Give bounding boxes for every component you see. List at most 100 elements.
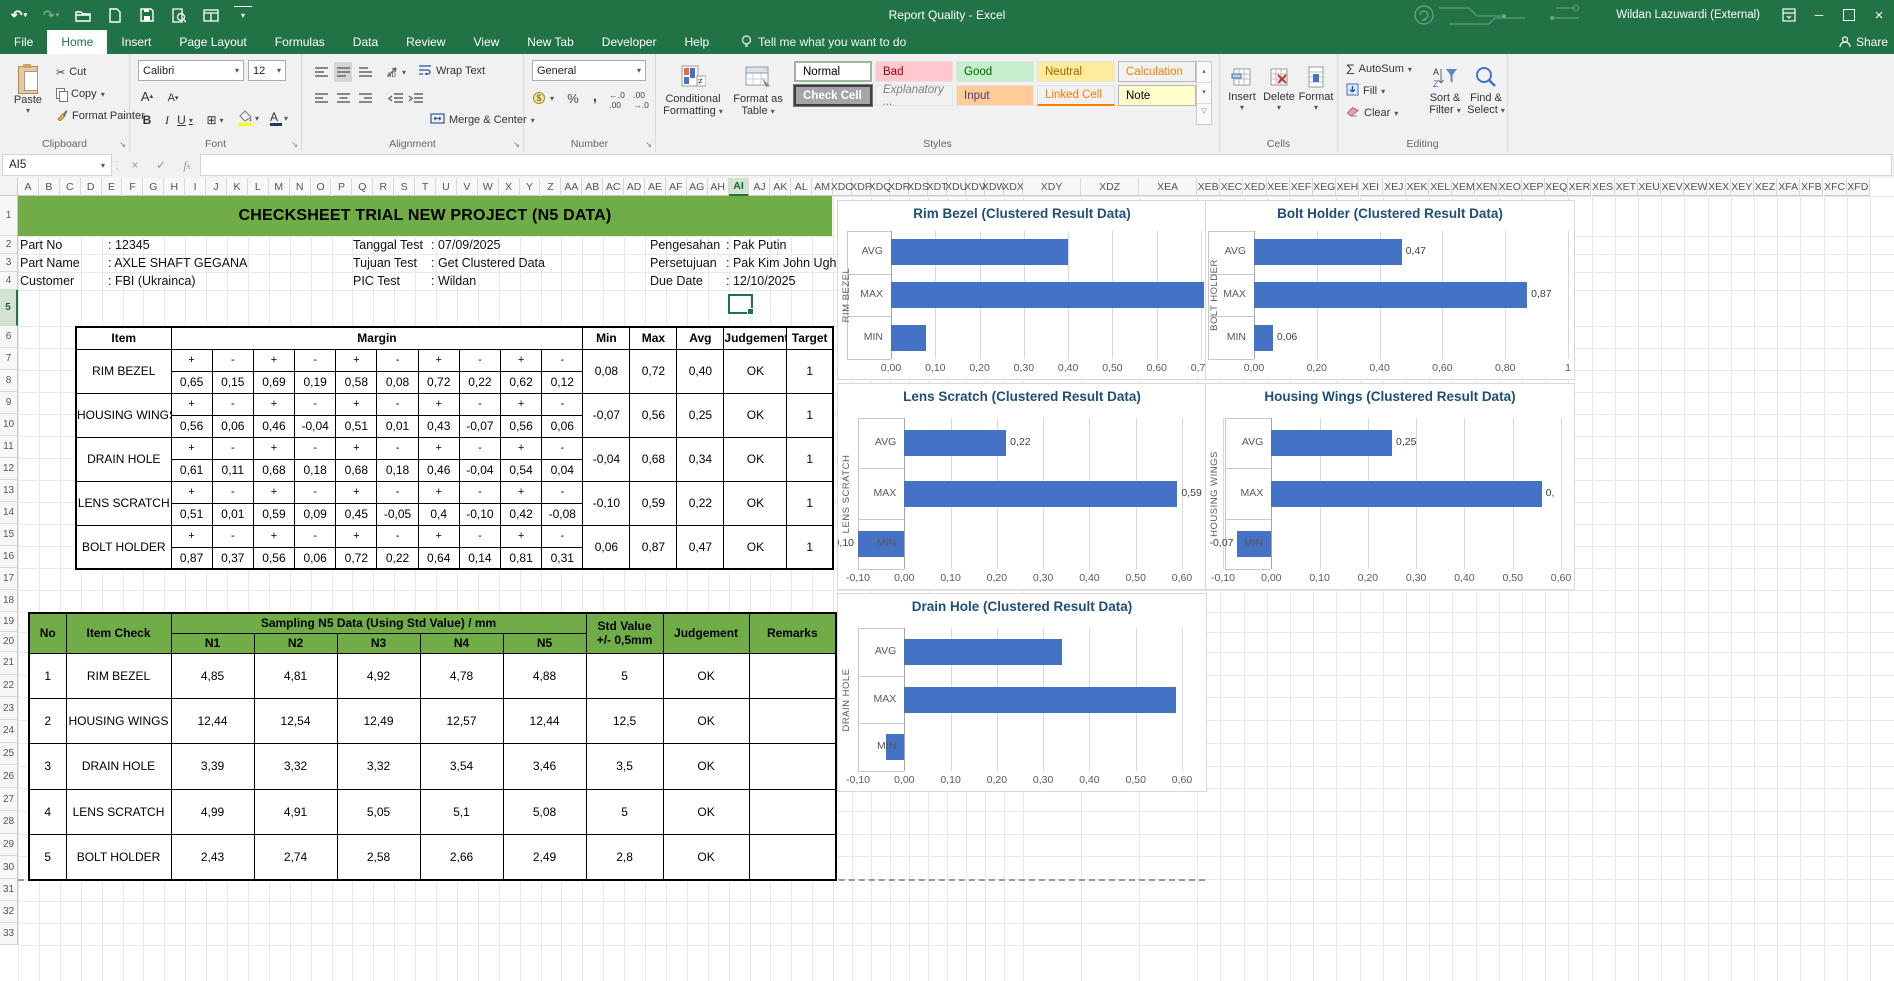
- info-right-value-0[interactable]: : Pak Putin: [726, 236, 786, 254]
- column-header-XEX[interactable]: XEX: [1708, 178, 1731, 196]
- column-header-B[interactable]: B: [39, 178, 60, 196]
- column-header-XEQ[interactable]: XEQ: [1545, 178, 1568, 196]
- name-box[interactable]: AI5▾: [2, 154, 112, 176]
- merge-center-button[interactable]: Merge & Center▾: [430, 110, 535, 130]
- column-header-XEB[interactable]: XEB: [1197, 178, 1220, 196]
- style-chip-note[interactable]: Note: [1118, 85, 1196, 106]
- number-dialog-launcher[interactable]: ↘: [645, 140, 652, 149]
- row-header-28[interactable]: 28: [0, 811, 18, 834]
- align-left-icon[interactable]: [312, 88, 330, 108]
- row-header-23[interactable]: 23: [0, 697, 18, 720]
- row-header-29[interactable]: 29: [0, 834, 18, 857]
- column-header-XEZ[interactable]: XEZ: [1754, 178, 1777, 196]
- enter-formula-icon[interactable]: ✓: [148, 158, 174, 172]
- tab-developer[interactable]: Developer: [588, 30, 671, 54]
- fill-button[interactable]: Fill▾: [1346, 81, 1385, 101]
- redo-icon[interactable]: ↷▾: [42, 6, 60, 24]
- tell-me-box[interactable]: Tell me what you want to do: [741, 30, 906, 54]
- maximize-button[interactable]: [1834, 0, 1864, 30]
- info-mid-value-0[interactable]: : 07/09/2025: [431, 236, 501, 254]
- column-header-AK[interactable]: AK: [770, 178, 791, 196]
- column-header-XDY[interactable]: XDY: [1023, 178, 1081, 196]
- format-cells-button[interactable]: Format▾: [1298, 60, 1334, 112]
- clipboard-dialog-launcher[interactable]: ↘: [119, 140, 126, 149]
- tab-formulas[interactable]: Formulas: [261, 30, 339, 54]
- close-button[interactable]: ×: [1864, 0, 1894, 30]
- column-header-XEK[interactable]: XEK: [1406, 178, 1429, 196]
- share-button[interactable]: Share: [1839, 30, 1888, 54]
- column-header-D[interactable]: D: [81, 178, 102, 196]
- alignment-dialog-launcher[interactable]: ↘: [513, 140, 520, 149]
- info-mid-label-1[interactable]: Tujuan Test: [353, 254, 417, 272]
- decrease-font-icon[interactable]: A▾: [164, 88, 182, 108]
- info-left-label-1[interactable]: Part Name: [20, 254, 80, 272]
- column-header-Q[interactable]: Q: [352, 178, 373, 196]
- row-header-5[interactable]: 5: [0, 290, 18, 326]
- column-header-I[interactable]: I: [185, 178, 206, 196]
- row-header-33[interactable]: 33: [0, 923, 18, 945]
- form-view-icon[interactable]: [202, 6, 220, 24]
- customize-qat-icon[interactable]: ▾: [234, 6, 252, 25]
- align-top-icon[interactable]: [312, 62, 330, 82]
- column-header-XDZ[interactable]: XDZ: [1081, 178, 1139, 196]
- row-header-8[interactable]: 8: [0, 370, 18, 392]
- ribbon-display-options-icon[interactable]: [1774, 0, 1804, 30]
- column-header-XEW[interactable]: XEW: [1684, 178, 1707, 196]
- column-header-XFA[interactable]: XFA: [1777, 178, 1800, 196]
- column-header-AA[interactable]: AA: [561, 178, 582, 196]
- orientation-button[interactable]: ab▾: [386, 62, 406, 82]
- increase-indent-icon[interactable]: [406, 88, 424, 108]
- info-right-label-2[interactable]: Due Date: [650, 272, 703, 290]
- column-header-E[interactable]: E: [102, 178, 123, 196]
- info-left-label-0[interactable]: Part No: [20, 236, 62, 254]
- save-icon[interactable]: [138, 6, 156, 24]
- delete-cells-button[interactable]: Delete▾: [1261, 60, 1297, 112]
- select-all-corner[interactable]: [0, 178, 18, 196]
- column-header-V[interactable]: V: [457, 178, 478, 196]
- row-header-31[interactable]: 31: [0, 879, 18, 901]
- fill-color-button[interactable]: ▾: [238, 108, 259, 128]
- gallery-more-icon[interactable]: ▽: [1197, 104, 1211, 123]
- insert-cells-button[interactable]: Insert▾: [1224, 60, 1260, 112]
- style-chip-explanatory-[interactable]: Explanatory ...: [875, 85, 953, 106]
- style-chip-calculation[interactable]: Calculation: [1118, 61, 1196, 82]
- row-header-2[interactable]: 2: [0, 236, 18, 254]
- column-header-XEO[interactable]: XEO: [1499, 178, 1522, 196]
- column-header-XEE[interactable]: XEE: [1267, 178, 1290, 196]
- column-header-AI[interactable]: AI: [729, 178, 750, 196]
- info-left-value-1[interactable]: : AXLE SHAFT GEGANA: [108, 254, 247, 272]
- info-right-label-1[interactable]: Persetujuan: [650, 254, 717, 272]
- column-header-X[interactable]: X: [499, 178, 520, 196]
- open-icon[interactable]: [74, 6, 92, 24]
- column-header-XDU[interactable]: XDU: [947, 178, 966, 196]
- column-header-AL[interactable]: AL: [791, 178, 812, 196]
- comma-style-icon[interactable]: ,: [586, 86, 604, 106]
- column-header-J[interactable]: J: [206, 178, 227, 196]
- font-name-select[interactable]: Calibri▾: [138, 60, 244, 81]
- increase-decimal-icon[interactable]: ←.0.00: [608, 90, 626, 110]
- row-header-27[interactable]: 27: [0, 788, 18, 811]
- spreadsheet-grid[interactable]: ABCDEFGHIJKLMNOPQRSTUVWXYZAAABACADAEAFAG…: [0, 178, 1894, 981]
- column-header-XES[interactable]: XES: [1592, 178, 1615, 196]
- fill-handle[interactable]: [747, 308, 754, 315]
- column-header-XDO[interactable]: XDO: [833, 178, 852, 196]
- info-left-value-2[interactable]: : FBI (Ukrainca): [108, 272, 196, 290]
- column-header-XEN[interactable]: XEN: [1476, 178, 1499, 196]
- column-header-A[interactable]: A: [18, 178, 39, 196]
- column-header-AC[interactable]: AC: [603, 178, 624, 196]
- formula-input[interactable]: [200, 154, 1892, 176]
- column-header-C[interactable]: C: [60, 178, 81, 196]
- column-header-XEV[interactable]: XEV: [1661, 178, 1684, 196]
- align-middle-icon[interactable]: [334, 62, 352, 82]
- row-header-10[interactable]: 10: [0, 414, 18, 436]
- row-header-11[interactable]: 11: [0, 436, 18, 458]
- style-chip-check-cell[interactable]: Check Cell: [794, 85, 872, 106]
- row-header-25[interactable]: 25: [0, 743, 18, 766]
- margin-table[interactable]: ItemMarginMinMaxAvgJudgementTargetRIM BE…: [75, 326, 834, 570]
- column-header-R[interactable]: R: [373, 178, 394, 196]
- column-header-K[interactable]: K: [227, 178, 248, 196]
- column-header-AH[interactable]: AH: [708, 178, 729, 196]
- column-header-XEG[interactable]: XEG: [1313, 178, 1336, 196]
- row-header-32[interactable]: 32: [0, 901, 18, 923]
- row-header-24[interactable]: 24: [0, 720, 18, 743]
